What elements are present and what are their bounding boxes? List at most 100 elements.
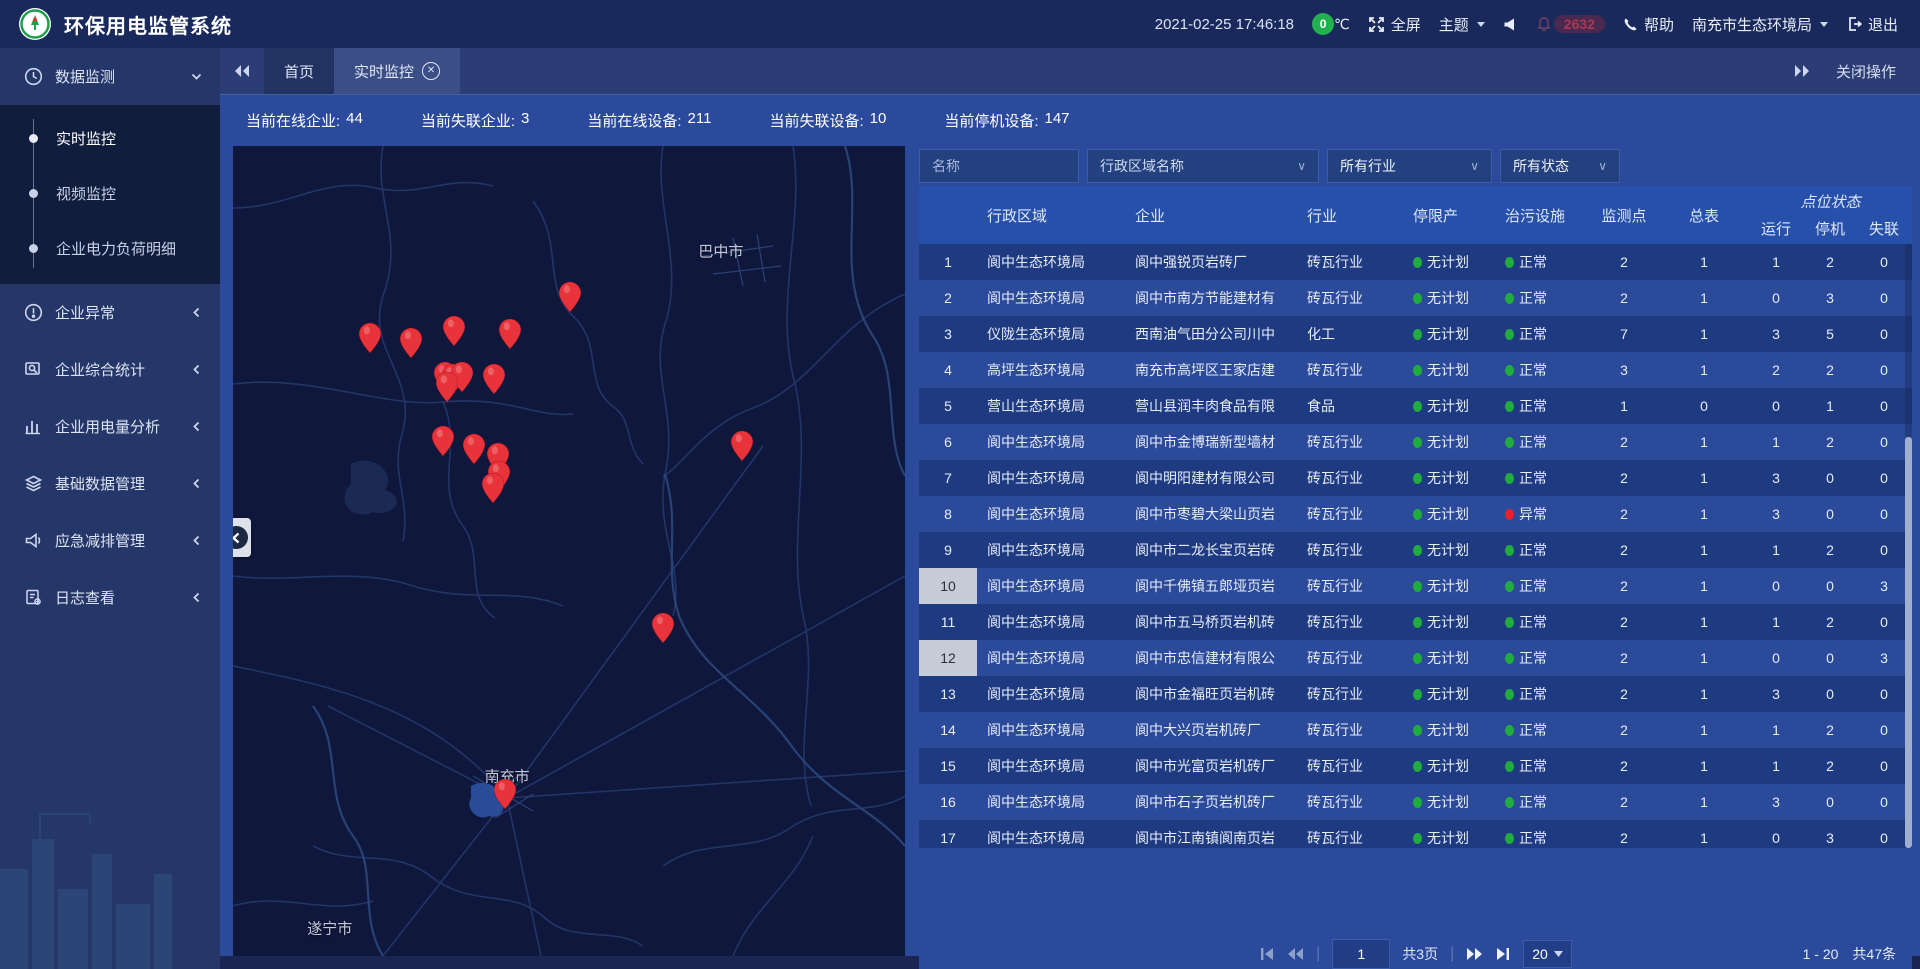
table-row[interactable]: 13 阆中生态环境局 阆中市金福旺页岩机砖 砖瓦行业 无计划 正常 2 1 3 … [919, 676, 1912, 712]
sidebar-item-data-monitoring[interactable]: 数据监测 [0, 48, 220, 105]
tab-close-icon[interactable]: ✕ [422, 62, 440, 80]
row-pollution-facility: 正常 [1497, 424, 1589, 460]
prev-page-icon [1287, 947, 1304, 961]
table-row[interactable]: 15 阆中生态环境局 阆中市光富页岩机砖厂 砖瓦行业 无计划 正常 2 1 1 … [919, 748, 1912, 784]
first-page-button[interactable] [1259, 947, 1275, 961]
row-region: 阆中生态环境局 [977, 424, 1125, 460]
row-region: 阆中生态环境局 [977, 496, 1125, 532]
log-icon [24, 588, 43, 607]
table-row[interactable]: 16 阆中生态环境局 阆中市石子页岩机砖厂 砖瓦行业 无计划 正常 2 1 3 … [919, 784, 1912, 820]
tab-home[interactable]: 首页 [264, 48, 334, 94]
scroll-tabs-right-button[interactable] [1794, 64, 1810, 78]
map-pin[interactable] [432, 426, 454, 461]
table-row[interactable]: 17 阆中生态环境局 阆中市江南镇阆南页岩 砖瓦行业 无计划 正常 2 1 0 … [919, 820, 1912, 848]
table-row[interactable]: 10 阆中生态环境局 阆中千佛镇五郎垭页岩 砖瓦行业 无计划 正常 2 1 0 … [919, 568, 1912, 604]
row-index: 17 [919, 820, 977, 848]
table-row[interactable]: 3 仪陇生态环境局 西南油气田分公司川中 化工 无计划 正常 7 1 3 5 0 [919, 316, 1912, 352]
sidebar-item-realtime-monitoring[interactable]: 实时监控 [0, 111, 220, 166]
table-scrollbar [1905, 244, 1912, 848]
table-row[interactable]: 6 阆中生态环境局 阆中市金博瑞新型墙材 砖瓦行业 无计划 正常 2 1 1 2… [919, 424, 1912, 460]
row-running: 3 [1749, 784, 1803, 820]
status-select[interactable]: 所有状态 ∨ [1500, 149, 1620, 183]
row-region: 阆中生态环境局 [977, 604, 1125, 640]
map-pin[interactable] [400, 328, 422, 363]
mute-button[interactable] [1503, 17, 1518, 32]
row-region: 阆中生态环境局 [977, 712, 1125, 748]
table-row[interactable]: 4 高坪生态环境局 南充市高坪区王家店建 砖瓦行业 无计划 正常 3 1 2 2… [919, 352, 1912, 388]
table-row[interactable]: 12 阆中生态环境局 阆中市忠信建材有限公 砖瓦行业 无计划 正常 2 1 0 … [919, 640, 1912, 676]
map-pin[interactable] [443, 316, 465, 351]
row-index: 12 [919, 640, 977, 676]
map-pin[interactable] [731, 431, 753, 466]
sidebar-item-emergency-reduction[interactable]: 应急减排管理 [0, 512, 220, 569]
row-region: 阆中生态环境局 [977, 568, 1125, 604]
row-region: 仪陇生态环境局 [977, 316, 1125, 352]
app-root: 环保用电监管系统 2021-02-25 17:46:18 0 ℃ 全屏 主题 [0, 0, 1920, 969]
sidebar-item-log-view[interactable]: 日志查看 [0, 569, 220, 626]
map-pin[interactable] [482, 473, 504, 508]
industry-select[interactable]: 所有行业 ∨ [1327, 149, 1492, 183]
map-collapse-button[interactable] [233, 518, 251, 557]
table-row[interactable]: 1 阆中生态环境局 阆中强锐页岩砖厂 砖瓦行业 无计划 正常 2 1 1 2 0 [919, 244, 1912, 280]
sidebar-item-enterprise-abnormal[interactable]: 企业异常 [0, 284, 220, 341]
row-stopped: 0 [1803, 568, 1857, 604]
enterprise-table: 行政区域 企业 行业 停限产 治污设施 监测点 总表 点位状态 运行 停机 失联 [919, 186, 1912, 892]
chevron-down-icon: ∨ [1598, 159, 1607, 173]
map-pin[interactable] [359, 323, 381, 358]
close-operations-button[interactable]: 关闭操作 [1836, 61, 1896, 82]
row-index: 6 [919, 424, 977, 460]
stat-value: 147 [1045, 110, 1070, 131]
row-total-meter: 0 [1659, 388, 1749, 424]
column-header-company: 企业 [1125, 186, 1297, 244]
row-monitor-points: 2 [1589, 820, 1659, 848]
organization-dropdown[interactable]: 南充市生态环境局 [1692, 14, 1828, 35]
table-row[interactable]: 9 阆中生态环境局 阆中市二龙长宝页岩砖 砖瓦行业 无计划 正常 2 1 1 2… [919, 532, 1912, 568]
notifications-button[interactable]: 2632 [1536, 15, 1605, 33]
row-running: 0 [1749, 280, 1803, 316]
page-size-select[interactable]: 20 [1523, 940, 1572, 968]
row-industry: 砖瓦行业 [1297, 640, 1405, 676]
help-button[interactable]: 帮助 [1623, 14, 1674, 35]
row-pollution-facility: 正常 [1497, 712, 1589, 748]
submenu-data-monitoring: 实时监控 视频监控 企业电力负荷明细 [0, 105, 220, 284]
table-row[interactable]: 11 阆中生态环境局 阆中市五马桥页岩机砖 砖瓦行业 无计划 正常 2 1 1 … [919, 604, 1912, 640]
table-row[interactable]: 14 阆中生态环境局 阆中大兴页岩机砖厂 砖瓦行业 无计划 正常 2 1 1 2… [919, 712, 1912, 748]
row-stopped: 0 [1803, 640, 1857, 676]
map-pin[interactable] [499, 319, 521, 354]
row-region: 高坪生态环境局 [977, 352, 1125, 388]
scrollbar-thumb[interactable] [1905, 437, 1912, 848]
row-pollution-facility: 正常 [1497, 280, 1589, 316]
sidebar-item-power-usage-analysis[interactable]: 企业用电量分析 [0, 398, 220, 455]
next-page-button[interactable] [1466, 947, 1483, 961]
scroll-tabs-left-button[interactable] [220, 48, 264, 94]
row-pollution-facility: 正常 [1497, 748, 1589, 784]
tab-realtime-monitoring[interactable]: 实时监控 ✕ [334, 48, 460, 94]
fullscreen-button[interactable]: 全屏 [1368, 14, 1421, 35]
map-pin[interactable] [652, 613, 674, 648]
map-pin[interactable] [494, 779, 516, 814]
page-number-input[interactable] [1332, 939, 1390, 969]
region-select[interactable]: 行政区域名称 ∨ [1087, 149, 1319, 183]
table-row[interactable]: 7 阆中生态环境局 阆中明阳建材有限公司 砖瓦行业 无计划 正常 2 1 3 0… [919, 460, 1912, 496]
table-row[interactable]: 2 阆中生态环境局 阆中市南方节能建材有 砖瓦行业 无计划 正常 2 1 0 3… [919, 280, 1912, 316]
table-row[interactable]: 5 营山生态环境局 营山县润丰肉食品有限 食品 无计划 正常 1 0 0 1 0 [919, 388, 1912, 424]
row-stopped: 0 [1803, 676, 1857, 712]
sidebar-item-power-load-detail[interactable]: 企业电力负荷明细 [0, 221, 220, 276]
theme-dropdown[interactable]: 主题 [1439, 14, 1485, 35]
logout-button[interactable]: 退出 [1846, 14, 1898, 35]
map-pin[interactable] [559, 282, 581, 317]
sidebar-item-enterprise-statistics[interactable]: 企业综合统计 [0, 341, 220, 398]
row-stopped: 0 [1803, 784, 1857, 820]
last-page-button[interactable] [1495, 947, 1511, 961]
map-pin[interactable] [463, 434, 485, 469]
sidebar-item-video-monitoring[interactable]: 视频监控 [0, 166, 220, 221]
sidebar-item-base-data-management[interactable]: 基础数据管理 [0, 455, 220, 512]
name-search-input[interactable] [919, 149, 1079, 183]
row-monitor-points: 2 [1589, 748, 1659, 784]
map-pin[interactable] [436, 372, 458, 407]
tab-bar: 首页 实时监控 ✕ 关闭操作 [220, 48, 1920, 94]
map-panel[interactable]: 巴中市南充市遂宁市 [233, 146, 905, 956]
prev-page-button[interactable] [1287, 947, 1304, 961]
map-pin[interactable] [483, 364, 505, 399]
table-row[interactable]: 8 阆中生态环境局 阆中市枣碧大梁山页岩 砖瓦行业 无计划 异常 2 1 3 0… [919, 496, 1912, 532]
